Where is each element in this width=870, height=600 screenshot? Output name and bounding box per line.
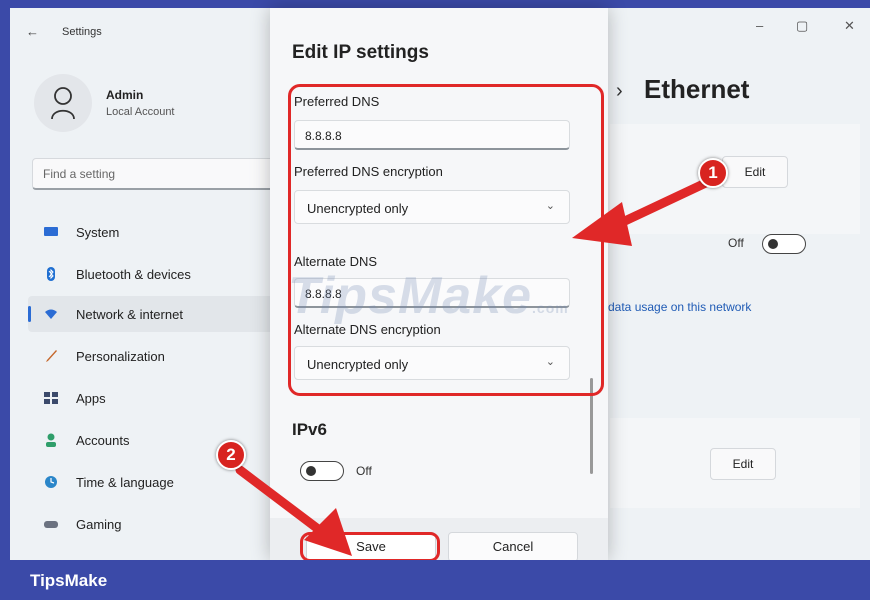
brand-name: TipsMake [30,571,108,590]
arrow-step1-icon [572,175,717,246]
arrow-step2-icon [235,465,352,556]
brand-footer: TipsMake [0,560,870,600]
annotation-arrows [235,175,717,556]
step-1-badge: 1 [698,158,728,188]
step-2-badge: 2 [216,440,246,470]
